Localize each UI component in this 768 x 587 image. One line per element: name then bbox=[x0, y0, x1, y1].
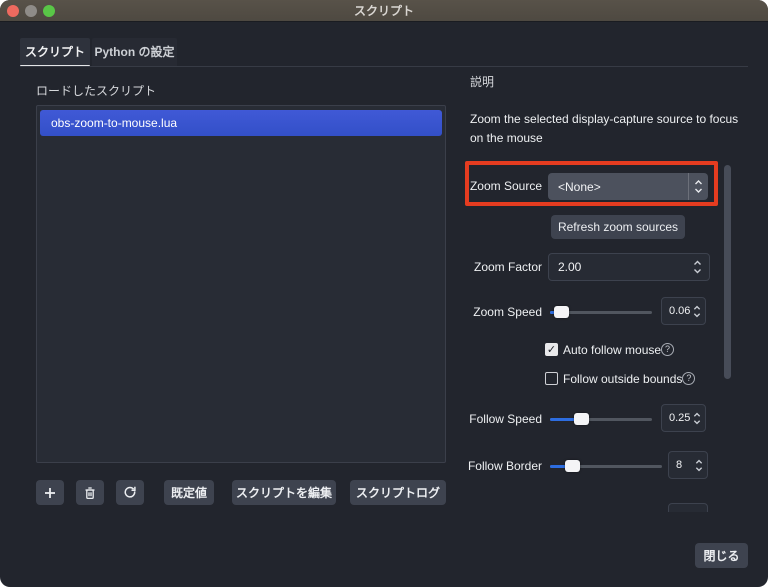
zoom-factor-spinbox[interactable]: 2.00 bbox=[548, 253, 710, 281]
zoom-source-select[interactable]: <None> bbox=[548, 173, 708, 200]
spinner-arrows-icon bbox=[693, 412, 701, 424]
zoom-factor-value: 2.00 bbox=[558, 260, 582, 274]
spinner-arrows-icon bbox=[694, 260, 701, 274]
follow-outside-bounds-label: Follow outside bounds bbox=[563, 371, 683, 386]
follow-speed-spinbox[interactable]: 0.25 bbox=[661, 404, 706, 432]
follow-border-slider[interactable] bbox=[550, 459, 662, 473]
zoom-factor-label: Zoom Factor bbox=[473, 260, 542, 274]
zoom-source-label: Zoom Source bbox=[469, 179, 542, 193]
zoom-speed-label: Zoom Speed bbox=[473, 305, 542, 319]
tab-scripts[interactable]: スクリプト bbox=[20, 38, 90, 67]
follow-outside-bounds-row: Follow outside bounds ? bbox=[545, 371, 696, 386]
slider-fill bbox=[550, 418, 577, 421]
follow-speed-slider[interactable] bbox=[550, 412, 652, 426]
plus-icon bbox=[45, 487, 55, 498]
scripts-dialog: スクリプト スクリプト Python の設定 ロードしたスクリプト obs-zo… bbox=[0, 0, 768, 587]
refresh-zoom-sources-button[interactable]: Refresh zoom sources bbox=[551, 215, 685, 239]
chevron-up-down-icon bbox=[688, 173, 707, 200]
script-log-button[interactable]: スクリプトログ bbox=[350, 480, 446, 505]
follow-outside-bounds-checkbox[interactable] bbox=[545, 372, 558, 385]
follow-border-value: 8 bbox=[676, 459, 683, 471]
help-icon[interactable]: ? bbox=[682, 372, 696, 385]
defaults-button[interactable]: 既定値 bbox=[164, 480, 214, 505]
spinner-arrows-icon bbox=[693, 305, 701, 317]
script-settings-panel: 説明 Zoom the selected display-capture sou… bbox=[462, 0, 768, 512]
loaded-scripts-heading: ロードしたスクリプト bbox=[36, 84, 157, 98]
follow-speed-value: 0.25 bbox=[669, 412, 691, 424]
tab-python-settings[interactable]: Python の設定 bbox=[92, 38, 177, 67]
help-icon[interactable]: ? bbox=[661, 343, 675, 356]
settings-scrollbar[interactable] bbox=[724, 165, 731, 379]
auto-follow-mouse-label: Auto follow mouse bbox=[563, 342, 662, 357]
zoom-speed-spinbox[interactable]: 0.06 bbox=[661, 297, 706, 325]
lock-sensitivity-spinbox[interactable] bbox=[668, 503, 708, 512]
slider-handle[interactable] bbox=[573, 413, 589, 425]
follow-border-label: Follow Border bbox=[467, 459, 542, 473]
refresh-icon bbox=[124, 486, 136, 498]
zoom-speed-value: 0.06 bbox=[669, 305, 691, 317]
remove-script-button[interactable] bbox=[76, 480, 104, 505]
auto-follow-mouse-checkbox[interactable]: ✓ bbox=[545, 343, 558, 356]
edit-script-button[interactable]: スクリプトを編集 bbox=[232, 480, 336, 505]
reload-scripts-button[interactable] bbox=[116, 480, 144, 505]
tab-scripts-label: スクリプト bbox=[24, 45, 85, 59]
spinner-arrows-icon bbox=[695, 459, 703, 471]
lock-sensitivity-label: Lock Sensitivity bbox=[462, 503, 542, 512]
slider-handle[interactable] bbox=[554, 306, 570, 318]
checkmark-icon: ✓ bbox=[546, 344, 557, 356]
close-dialog-button[interactable]: 閉じる bbox=[695, 543, 748, 568]
scripts-toolbar: 既定値 スクリプトを編集 スクリプトログ bbox=[36, 480, 446, 505]
zoom-source-value: <None> bbox=[558, 179, 601, 194]
script-list-item[interactable]: obs-zoom-to-mouse.lua bbox=[40, 110, 442, 136]
trash-icon bbox=[85, 486, 95, 499]
description-heading: 説明 bbox=[470, 75, 495, 89]
add-script-button[interactable] bbox=[36, 480, 64, 505]
follow-border-spinbox[interactable]: 8 bbox=[668, 451, 708, 479]
slider-handle[interactable] bbox=[564, 460, 580, 472]
scripts-list[interactable]: obs-zoom-to-mouse.lua bbox=[36, 105, 446, 463]
zoom-speed-slider[interactable] bbox=[550, 305, 652, 319]
auto-follow-mouse-row: ✓ Auto follow mouse ? bbox=[545, 342, 675, 357]
script-description: Zoom the selected display-capture source… bbox=[470, 112, 739, 145]
tab-python-settings-label: Python の設定 bbox=[94, 45, 175, 59]
follow-speed-label: Follow Speed bbox=[469, 412, 542, 426]
